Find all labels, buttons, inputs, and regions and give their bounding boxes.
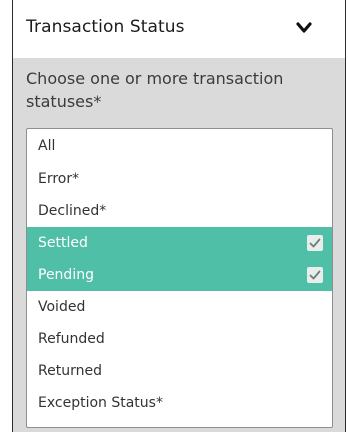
option-refunded[interactable]: Refunded — [27, 323, 332, 355]
transaction-status-listbox[interactable]: All Error* Declined* Settled Pending Voi… — [26, 128, 333, 428]
option-all[interactable]: All — [27, 129, 332, 163]
panel-footer-edge — [13, 428, 345, 432]
option-label: Error* — [38, 171, 80, 187]
checkbox-checked-icon — [307, 267, 323, 283]
panel-title: Transaction Status — [26, 17, 185, 37]
option-pending[interactable]: Pending — [27, 259, 332, 291]
option-exception-status[interactable]: Exception Status* — [27, 387, 332, 419]
option-returned[interactable]: Returned — [27, 355, 332, 387]
option-label: Refunded — [38, 331, 105, 347]
checkbox-checked-icon — [307, 235, 323, 251]
option-error[interactable]: Error* — [27, 163, 332, 195]
option-label: All — [38, 138, 56, 154]
chevron-down-icon[interactable] — [294, 20, 314, 36]
selection-prompt: Choose one or more transaction statuses* — [26, 69, 284, 111]
panel-header[interactable]: Transaction Status — [13, 0, 345, 58]
option-label: Pending — [38, 267, 94, 283]
option-label: Settled — [38, 235, 88, 251]
option-label: Declined* — [38, 203, 107, 219]
option-settled[interactable]: Settled — [27, 227, 332, 259]
transaction-status-panel: Transaction Status Choose one or more tr… — [12, 0, 346, 432]
option-label: Returned — [38, 363, 102, 379]
option-label: Exception Status* — [38, 395, 163, 411]
option-declined[interactable]: Declined* — [27, 195, 332, 227]
option-label: Voided — [38, 299, 86, 315]
option-voided[interactable]: Voided — [27, 291, 332, 323]
